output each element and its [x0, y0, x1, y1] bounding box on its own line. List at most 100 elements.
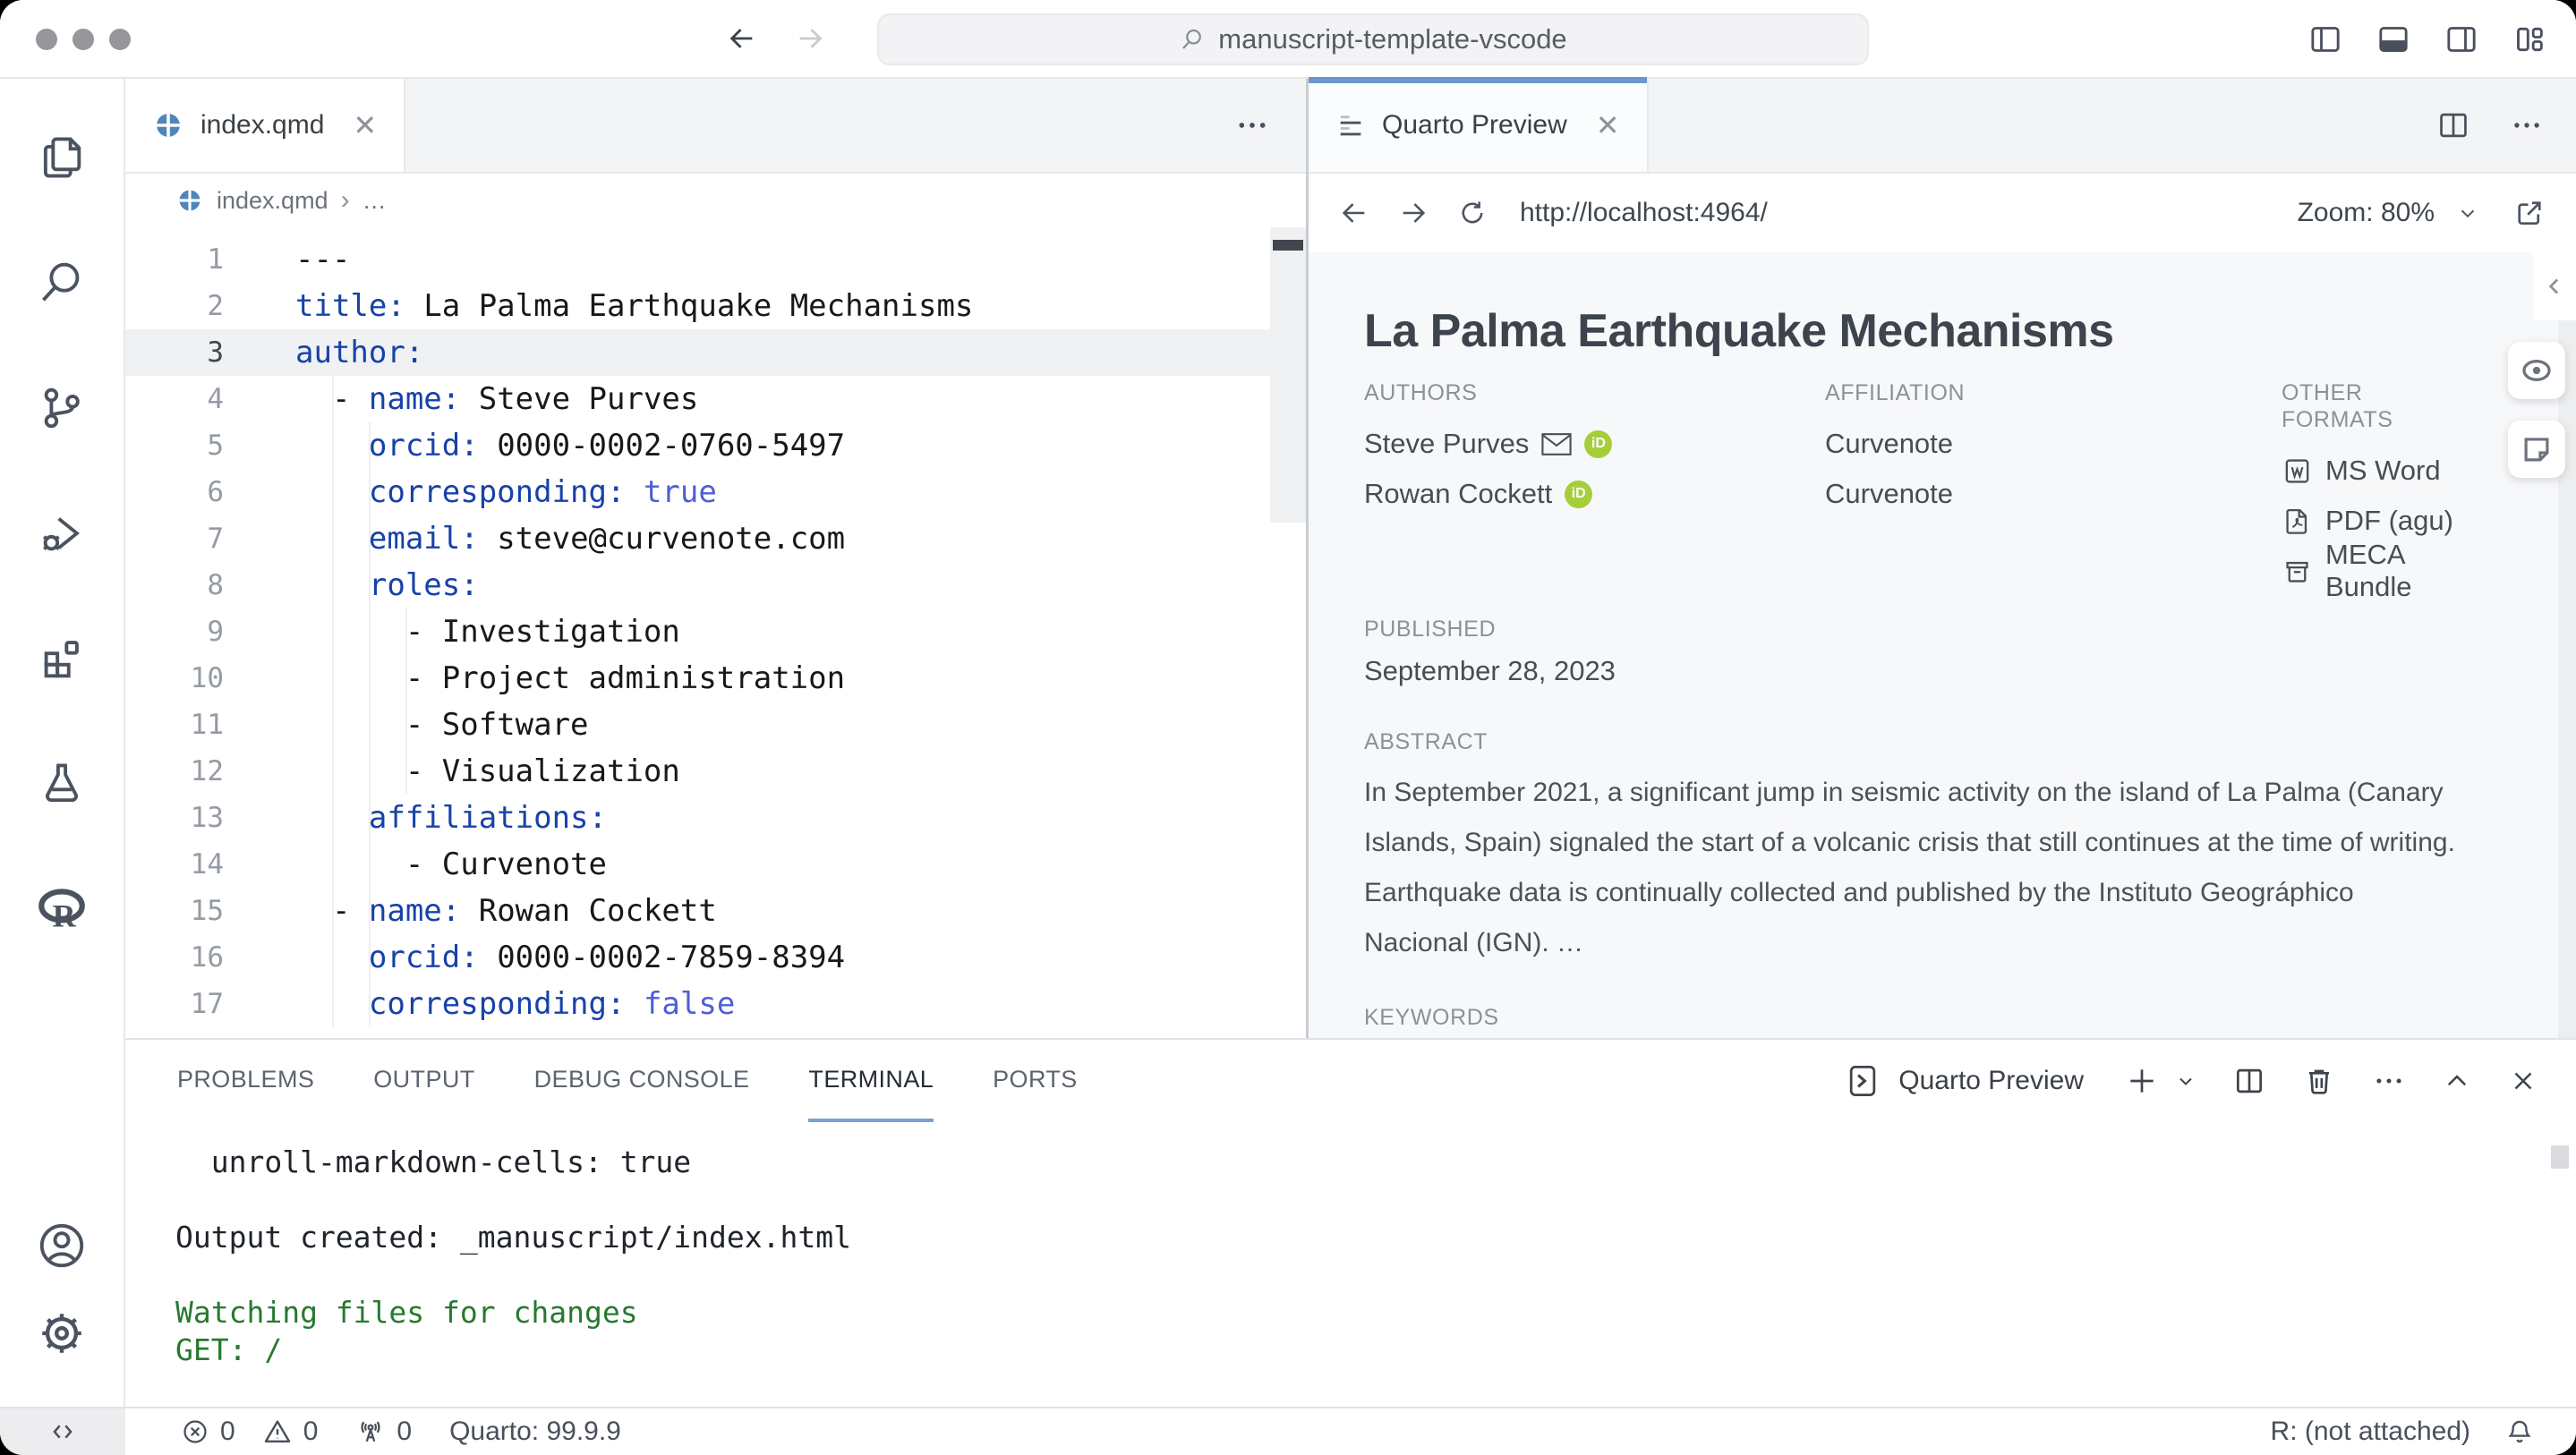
- remote-indicator[interactable]: [0, 1408, 125, 1455]
- code-line[interactable]: 2title: La Palma Earthquake Mechanisms: [125, 283, 1306, 329]
- tab-index-qmd[interactable]: index.qmd ✕: [125, 79, 405, 172]
- code-line[interactable]: 6 corresponding: true: [125, 469, 1306, 515]
- code-line[interactable]: 12 - Visualization: [125, 748, 1306, 795]
- preview-more-actions-icon[interactable]: [2510, 108, 2544, 142]
- minimize-window-button[interactable]: [73, 29, 94, 50]
- panel-tab-ports[interactable]: PORTS: [993, 1040, 1078, 1122]
- history-forward-icon[interactable]: [795, 23, 825, 54]
- search-sidebar-icon[interactable]: [36, 245, 88, 320]
- ports-status[interactable]: 0: [355, 1417, 412, 1447]
- code-line[interactable]: 17 corresponding: false: [125, 981, 1306, 1027]
- code-line[interactable]: 3author:: [125, 329, 1306, 376]
- code-line[interactable]: 5 orcid: 0000-0002-0760-5497: [125, 422, 1306, 469]
- editor-more-actions-icon[interactable]: [1234, 107, 1270, 143]
- breadcrumb[interactable]: index.qmd › …: [125, 174, 1306, 227]
- code-editor[interactable]: 1---2title: La Palma Earthquake Mechanis…: [125, 227, 1306, 1038]
- split-editor-icon[interactable]: [2436, 108, 2470, 142]
- customize-layout-icon[interactable]: [2512, 21, 2547, 57]
- command-center-label: manuscript-template-vscode: [1218, 23, 1566, 55]
- breadcrumb-more[interactable]: …: [363, 187, 387, 215]
- collapse-panel-button[interactable]: [2533, 252, 2576, 320]
- close-window-button[interactable]: [36, 29, 57, 50]
- preview-url[interactable]: http://localhost:4964/: [1520, 198, 1768, 228]
- close-tab-icon[interactable]: ✕: [353, 108, 377, 142]
- preview-back-icon[interactable]: [1339, 198, 1369, 228]
- formats-list: MS WordPDF (agu)MECA Bundle: [2282, 446, 2469, 596]
- code-line[interactable]: 14 - Curvenote: [125, 841, 1306, 888]
- code-line[interactable]: 9 - Investigation: [125, 608, 1306, 655]
- editor-scrollbar-thumb[interactable]: [1273, 240, 1303, 251]
- affiliation-row: Curvenote: [1825, 469, 2282, 519]
- activity-bar: R: [0, 79, 125, 1407]
- command-center[interactable]: manuscript-template-vscode: [877, 13, 1869, 65]
- kill-terminal-icon[interactable]: [2302, 1064, 2336, 1098]
- close-panel-icon[interactable]: [2508, 1066, 2538, 1096]
- preview-forward-icon[interactable]: [1398, 198, 1429, 228]
- code-line[interactable]: 7 email: steve@curvenote.com: [125, 515, 1306, 562]
- open-external-icon[interactable]: [2513, 197, 2546, 229]
- source-control-icon[interactable]: [36, 370, 88, 446]
- editor-tab-bar: index.qmd ✕: [125, 79, 1306, 174]
- extensions-icon[interactable]: [36, 621, 88, 696]
- terminal-line: [175, 1256, 2576, 1294]
- accounts-icon[interactable]: [36, 1208, 88, 1283]
- code-line[interactable]: 15 - name: Rowan Cockett: [125, 888, 1306, 934]
- code-line[interactable]: 8 roles:: [125, 562, 1306, 608]
- history-back-icon[interactable]: [727, 23, 757, 54]
- breadcrumb-file[interactable]: index.qmd: [217, 187, 328, 215]
- code-token: title:: [295, 288, 405, 324]
- r-status[interactable]: R: (not attached): [2271, 1417, 2470, 1447]
- zoom-level-label[interactable]: Zoom: 80%: [2298, 198, 2435, 228]
- explorer-icon[interactable]: [36, 120, 88, 195]
- quarto-version-status[interactable]: Quarto: 99.9.9: [449, 1417, 621, 1447]
- code-token: author:: [295, 335, 423, 370]
- new-terminal-icon[interactable]: [2125, 1064, 2159, 1098]
- chevron-down-icon[interactable]: [2456, 201, 2479, 225]
- line-content: affiliations:: [295, 795, 607, 841]
- terminal-scrollbar[interactable]: [2551, 1145, 2569, 1169]
- panel-more-actions-icon[interactable]: [2372, 1064, 2406, 1098]
- terminal-instance-chip[interactable]: Quarto Preview: [1843, 1061, 2084, 1101]
- terminal-dropdown-icon[interactable]: [2175, 1070, 2196, 1092]
- toggle-panel-icon[interactable]: [2376, 21, 2411, 57]
- code-token: true: [644, 474, 717, 510]
- toggle-primary-sidebar-icon[interactable]: [2307, 21, 2343, 57]
- panel-tab-terminal[interactable]: TERMINAL: [808, 1040, 934, 1122]
- testing-icon[interactable]: [36, 746, 88, 821]
- notifications-bell-icon[interactable]: [2504, 1417, 2535, 1447]
- problems-status[interactable]: 0 0: [181, 1417, 318, 1447]
- code-token: Rowan Cockett: [460, 893, 717, 929]
- code-line[interactable]: 4 - name: Steve Purves: [125, 376, 1306, 422]
- format-row[interactable]: MECA Bundle: [2282, 546, 2469, 596]
- code-line[interactable]: 16 orcid: 0000-0002-7859-8394: [125, 934, 1306, 981]
- split-terminal-icon[interactable]: [2232, 1064, 2266, 1098]
- terminal-output[interactable]: unroll-markdown-cells: true Output creat…: [125, 1122, 2576, 1369]
- code-token: - Investigation: [295, 614, 680, 650]
- panel-tab-output[interactable]: OUTPUT: [373, 1040, 474, 1122]
- r-extension-icon[interactable]: R: [34, 872, 90, 947]
- run-debug-icon[interactable]: [36, 496, 88, 571]
- settings-gear-icon[interactable]: [36, 1296, 88, 1371]
- preview-note-button[interactable]: [2508, 421, 2565, 478]
- reload-icon[interactable]: [1457, 198, 1488, 228]
- orcid-icon[interactable]: iD: [1584, 430, 1612, 458]
- code-line[interactable]: 10 - Project administration: [125, 655, 1306, 702]
- authors-label: AUTHORS: [1364, 379, 1825, 406]
- maximize-window-button[interactable]: [109, 29, 131, 50]
- editor-scrollbar[interactable]: [1270, 227, 1306, 523]
- line-content: orcid: 0000-0002-0760-5497: [295, 422, 845, 469]
- maximize-panel-icon[interactable]: [2442, 1066, 2472, 1096]
- panel-tab-debug-console[interactable]: DEBUG CONSOLE: [534, 1040, 750, 1122]
- email-icon[interactable]: [1541, 432, 1572, 456]
- code-line[interactable]: 11 - Software: [125, 702, 1306, 748]
- code-line[interactable]: 1---: [125, 236, 1306, 283]
- panel-tab-problems[interactable]: PROBLEMS: [177, 1040, 314, 1122]
- tab-quarto-preview[interactable]: Quarto Preview ✕: [1309, 79, 1649, 172]
- preview-visibility-button[interactable]: [2508, 342, 2565, 399]
- code-line[interactable]: 13 affiliations:: [125, 795, 1306, 841]
- close-preview-tab-icon[interactable]: ✕: [1596, 108, 1620, 142]
- orcid-icon[interactable]: iD: [1565, 481, 1592, 508]
- format-row[interactable]: MS Word: [2282, 446, 2469, 496]
- toggle-secondary-sidebar-icon[interactable]: [2444, 21, 2479, 57]
- tab-label: index.qmd: [200, 110, 324, 140]
